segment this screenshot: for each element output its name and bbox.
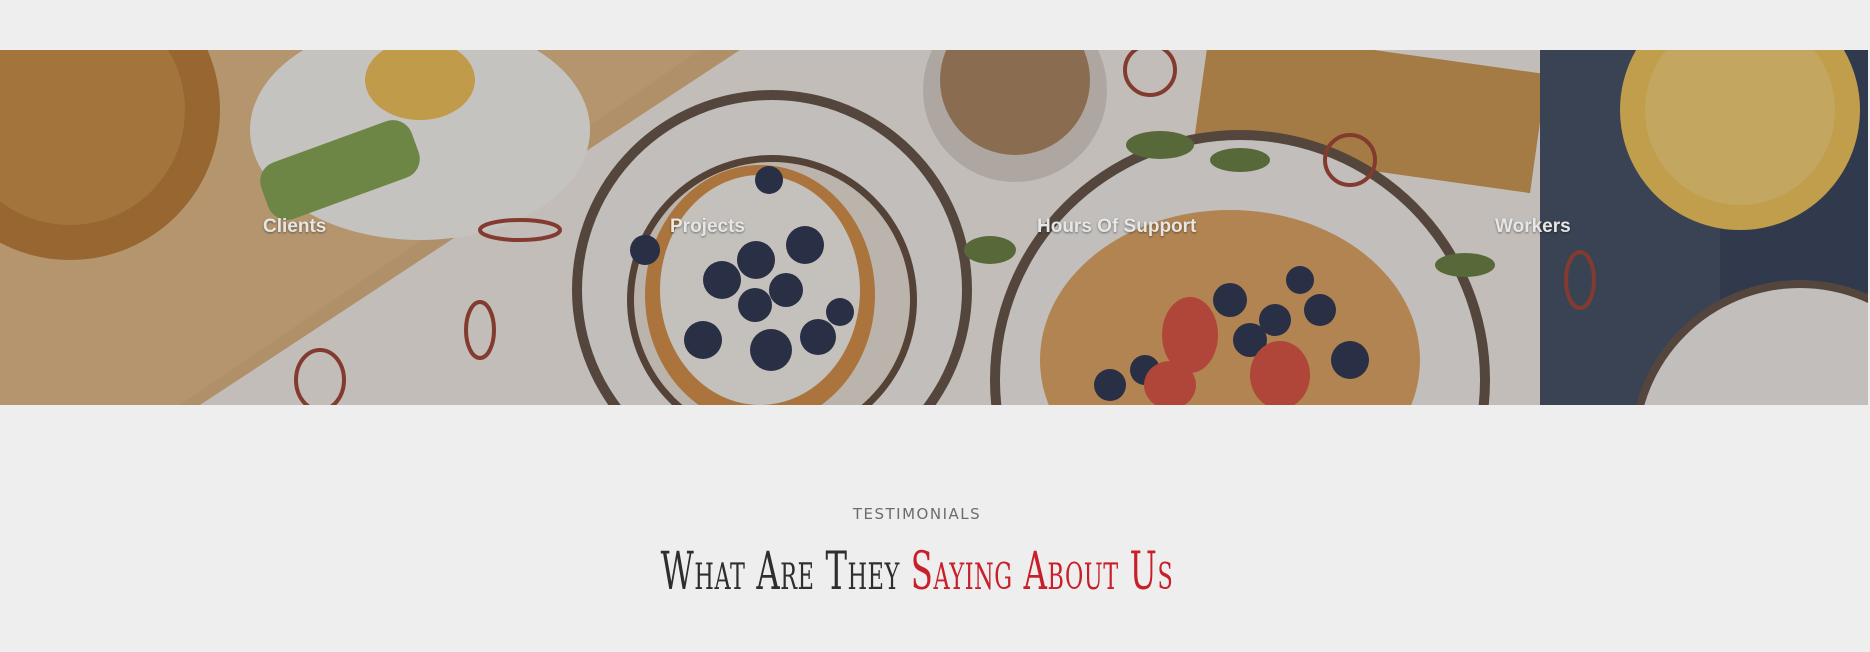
testimonials-section: TESTIMONIALS What Are They Saying About … — [0, 405, 1870, 652]
testimonials-title: What Are They Saying About Us — [348, 537, 1485, 607]
stat-label-hours-of-support: Hours Of Support — [1037, 216, 1197, 237]
stats-banner: Clients Projects Hours Of Support Worker… — [0, 50, 1868, 405]
stat-label-clients: Clients — [263, 216, 327, 237]
testimonials-eyebrow: TESTIMONIALS — [852, 505, 982, 523]
title-part-accent: Saying About Us — [910, 542, 1174, 602]
stat-label-workers: Workers — [1495, 216, 1571, 237]
title-part-plain: What Are They — [660, 542, 900, 602]
stat-label-projects: Projects — [670, 216, 745, 237]
